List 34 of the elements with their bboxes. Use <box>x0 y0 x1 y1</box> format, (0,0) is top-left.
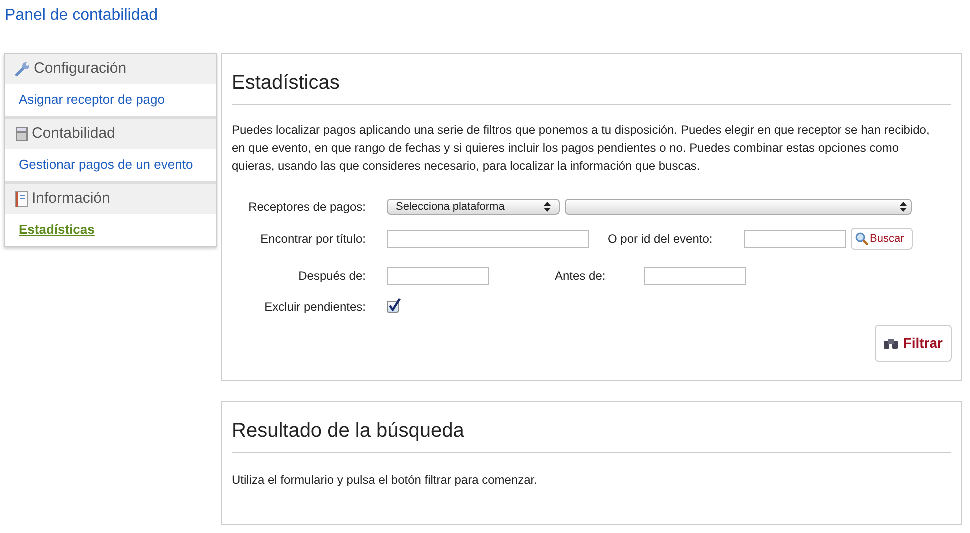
panel-title: Resultado de la búsqueda <box>232 416 951 453</box>
field-label: Encontrar por título: <box>260 231 366 248</box>
field-label: Excluir pendientes: <box>264 299 366 316</box>
search-button[interactable]: Buscar <box>851 228 913 250</box>
wrench-icon <box>15 61 31 77</box>
panel-title: Estadísticas <box>232 68 951 105</box>
section-title: Información <box>32 188 110 209</box>
section-title: Contabilidad <box>32 124 116 144</box>
field-label: O por id del evento: <box>608 231 714 248</box>
updown-arrows-icon <box>900 202 907 212</box>
updown-arrows-icon <box>544 202 551 212</box>
before-date-field[interactable] <box>644 267 746 285</box>
sidebar-link[interactable]: Gestionar pagos de un evento <box>19 155 194 175</box>
event-id-field[interactable] <box>744 230 846 248</box>
section-title: Configuración <box>34 58 127 79</box>
field-label: Receptores de pagos: <box>248 199 366 216</box>
field-label: Después de: <box>298 268 366 285</box>
after-date-field[interactable] <box>387 267 489 285</box>
field-label: Antes de: <box>555 268 607 285</box>
sidebar-link[interactable]: Asignar receptor de pago <box>19 90 165 110</box>
description-text: Puedes localizar pagos aplicando una serie de filtros que ponemos a tu disposición. Puedes elegir en que receptor se han recibido, en que evento, en que rango de fechas y si quieres incluir los pagos pendientes o no. Puedes combinar estas opciones como quieras, usando las que consideres necesario, para localizar la información que buscas. <box>232 122 931 175</box>
page-title: Panel de contabilidad <box>5 6 158 26</box>
exclude-checkbox[interactable] <box>387 301 399 313</box>
calculator-icon <box>15 126 29 142</box>
platform-select[interactable]: Selecciona plataforma <box>387 199 560 215</box>
results-message: Utiliza el formulario y pulsa el botón filtrar para comenzar. <box>232 472 538 489</box>
binoculars-icon <box>884 338 898 350</box>
filter-button[interactable]: Filtrar <box>875 325 952 362</box>
checkmark-icon <box>388 298 401 312</box>
sidebar-link[interactable]: Estadísticas <box>19 220 95 240</box>
event-select[interactable] <box>565 199 912 215</box>
magnifier-icon <box>855 232 869 246</box>
title-field[interactable] <box>387 230 589 248</box>
notebook-icon <box>15 190 29 208</box>
